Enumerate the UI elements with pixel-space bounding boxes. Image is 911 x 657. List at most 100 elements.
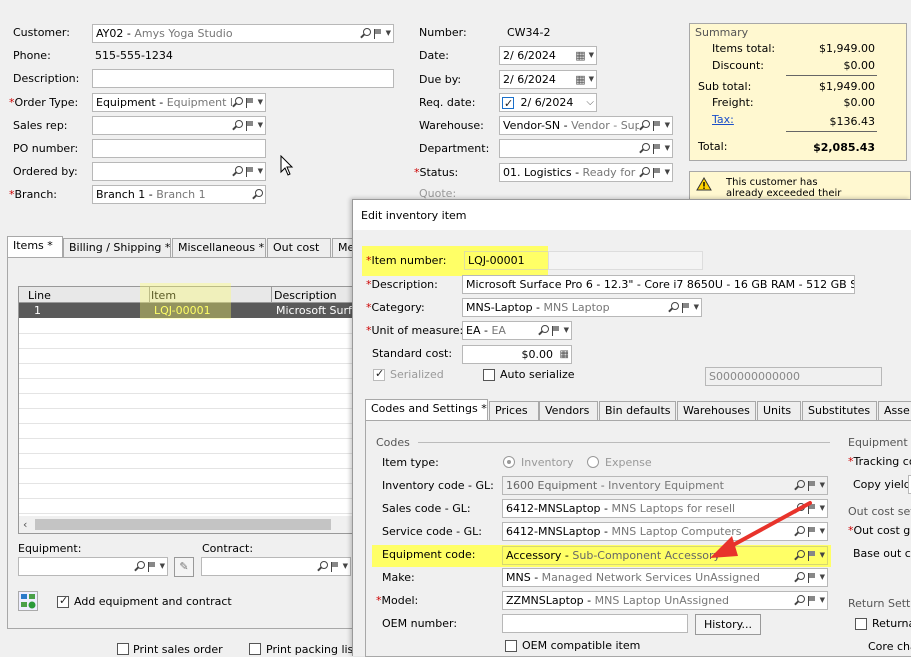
- search-icon[interactable]: [794, 595, 805, 606]
- tab-items[interactable]: Items *: [7, 236, 63, 258]
- flag-icon[interactable]: [245, 97, 255, 108]
- contract-field[interactable]: ▼: [201, 557, 351, 576]
- equipment-field[interactable]: ▼: [18, 557, 168, 576]
- search-icon[interactable]: [639, 143, 650, 154]
- search-icon[interactable]: [639, 167, 650, 178]
- chevron-down-icon[interactable]: ▼: [258, 163, 263, 180]
- column-header-line[interactable]: Line: [28, 289, 51, 302]
- tab-vendors[interactable]: Vendors: [539, 401, 598, 421]
- category-field[interactable]: MNS-Laptop - MNS Laptop ▼: [462, 298, 702, 317]
- tax-link[interactable]: Tax:: [712, 113, 734, 126]
- add-equipment-checkbox[interactable]: [57, 594, 69, 608]
- tab-units[interactable]: Units: [757, 401, 801, 421]
- column-header-description[interactable]: Description: [274, 289, 337, 302]
- search-icon[interactable]: [232, 166, 243, 177]
- print-packing-list-checkbox[interactable]: [249, 643, 261, 655]
- search-icon[interactable]: [360, 28, 371, 39]
- search-icon[interactable]: [134, 561, 145, 572]
- chevron-down-icon[interactable]: ▼: [258, 94, 263, 111]
- description-input[interactable]: Microsoft Surface Pro 6 - 12.3" - Core i…: [462, 275, 855, 294]
- search-icon[interactable]: [794, 572, 805, 583]
- flag-icon[interactable]: [807, 572, 817, 583]
- model-field[interactable]: ZZMNSLaptop - MNS Laptop UnAssigned ▼: [502, 591, 828, 610]
- edit-icon[interactable]: ✎: [174, 557, 194, 577]
- items-grid[interactable]: Line Item Description 1 LQJ-00001 Micros…: [18, 286, 365, 534]
- chevron-down-icon[interactable]: ▼: [665, 140, 670, 157]
- tab-codes-and-settings[interactable]: Codes and Settings *: [365, 399, 488, 421]
- calendar-icon[interactable]: ▦: [575, 47, 585, 64]
- req-date-picker[interactable]: 2/ 6/2024 ⌵: [499, 93, 597, 112]
- chevron-down-icon[interactable]: ▼: [386, 25, 391, 42]
- flag-icon[interactable]: [652, 167, 662, 178]
- tab-billing-shipping[interactable]: Billing / Shipping *: [63, 238, 171, 258]
- chevron-down-icon[interactable]: ▼: [589, 47, 594, 64]
- flag-icon[interactable]: [652, 143, 662, 154]
- department-field[interactable]: ▼: [499, 139, 673, 158]
- status-field[interactable]: 01. Logistics - Ready for wa ▼: [499, 163, 673, 182]
- search-icon[interactable]: [232, 97, 243, 108]
- ordered-by-field[interactable]: ▼: [92, 162, 266, 181]
- chevron-down-icon[interactable]: ▼: [160, 558, 165, 575]
- chevron-down-icon[interactable]: ▼: [665, 117, 670, 134]
- returnable-checkbox[interactable]: [855, 618, 867, 630]
- equipment-contract-icon[interactable]: [18, 591, 38, 611]
- po-number-input[interactable]: [92, 139, 266, 158]
- search-icon[interactable]: [317, 561, 328, 572]
- flag-icon[interactable]: [330, 561, 340, 572]
- table-row[interactable]: 1 LQJ-00001 Microsoft Surfac: [19, 303, 365, 318]
- search-icon[interactable]: [538, 325, 549, 336]
- description-input[interactable]: [92, 69, 394, 88]
- calendar-icon[interactable]: ▦: [575, 71, 585, 88]
- tab-assemblies[interactable]: Asse: [878, 401, 911, 421]
- search-icon[interactable]: [252, 189, 263, 200]
- auto-serialize-checkbox[interactable]: [483, 369, 495, 381]
- column-header-item[interactable]: Item: [151, 289, 176, 302]
- chevron-down-icon[interactable]: ▼: [820, 569, 825, 586]
- chevron-down-icon[interactable]: ▼: [820, 547, 825, 564]
- oem-compatible-checkbox[interactable]: [505, 640, 517, 652]
- customer-field[interactable]: AY02 - Amys Yoga Studio ▼: [92, 24, 394, 43]
- branch-field[interactable]: Branch 1 - Branch 1: [92, 185, 266, 204]
- flag-icon[interactable]: [652, 120, 662, 131]
- tab-out-cost[interactable]: Out cost: [267, 238, 331, 258]
- req-date-checkbox[interactable]: [502, 95, 514, 111]
- flag-icon[interactable]: [551, 325, 561, 336]
- chevron-down-icon[interactable]: ▼: [820, 500, 825, 517]
- chevron-down-icon[interactable]: ⌵: [586, 94, 594, 111]
- flag-icon[interactable]: [245, 120, 255, 131]
- flag-icon[interactable]: [245, 166, 255, 177]
- chevron-down-icon[interactable]: ▼: [694, 299, 699, 316]
- flag-icon[interactable]: [681, 302, 691, 313]
- search-icon[interactable]: [668, 302, 679, 313]
- order-type-field[interactable]: Equipment - Equipment Inst ▼: [92, 93, 266, 112]
- warehouse-field[interactable]: Vendor-SN - Vendor - Suppli ▼: [499, 116, 673, 135]
- sales-rep-field[interactable]: ▼: [92, 116, 266, 135]
- flag-icon[interactable]: [373, 28, 383, 39]
- search-icon[interactable]: [639, 120, 650, 131]
- tab-bin-defaults[interactable]: Bin defaults: [599, 401, 676, 421]
- search-icon[interactable]: [232, 120, 243, 131]
- scroll-left-icon[interactable]: ‹: [23, 518, 27, 531]
- scrollbar-thumb[interactable]: [35, 519, 331, 530]
- tab-warehouses[interactable]: Warehouses: [677, 401, 756, 421]
- history-button[interactable]: History...: [695, 614, 761, 635]
- chevron-down-icon[interactable]: ▼: [820, 592, 825, 609]
- due-by-picker[interactable]: 2/ 6/2024 ▦ ▼: [499, 70, 597, 89]
- print-sales-order-checkbox[interactable]: [117, 643, 129, 655]
- chevron-down-icon[interactable]: ▼: [820, 523, 825, 540]
- chevron-down-icon[interactable]: ▼: [564, 322, 569, 339]
- chevron-down-icon[interactable]: ▼: [343, 558, 348, 575]
- tab-prices[interactable]: Prices: [489, 401, 539, 421]
- oem-number-input[interactable]: [502, 614, 688, 633]
- flag-icon[interactable]: [807, 595, 817, 606]
- tab-substitutes[interactable]: Substitutes: [802, 401, 877, 421]
- tab-miscellaneous[interactable]: Miscellaneous *: [172, 238, 266, 258]
- calculator-icon[interactable]: ▦: [560, 346, 569, 363]
- horizontal-scrollbar[interactable]: ‹: [19, 516, 359, 533]
- make-field[interactable]: MNS - Managed Network Services UnAssigne…: [502, 568, 828, 587]
- standard-cost-input[interactable]: $0.00 ▦: [462, 345, 572, 364]
- chevron-down-icon[interactable]: ▼: [589, 71, 594, 88]
- date-picker[interactable]: 2/ 6/2024 ▦ ▼: [499, 46, 597, 65]
- chevron-down-icon[interactable]: ▼: [665, 164, 670, 181]
- uom-field[interactable]: EA - EA ▼: [462, 321, 572, 340]
